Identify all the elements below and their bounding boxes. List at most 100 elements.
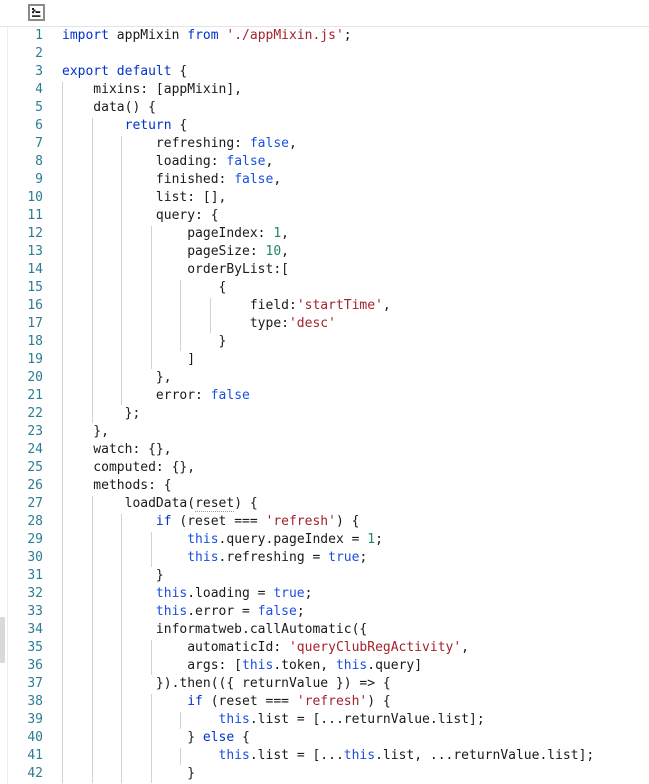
- code-line[interactable]: 23 },: [9, 423, 649, 441]
- code-line[interactable]: 12 pageIndex: 1,: [9, 225, 649, 243]
- code-editor-window: 1 import appMixin from './appMixin.js'; 2 3…: [0, 0, 649, 784]
- code-line[interactable]: 11 query: {: [9, 207, 649, 225]
- code-line[interactable]: 21 error: false: [9, 387, 649, 405]
- token-pl: ]: [62, 352, 196, 367]
- code-line[interactable]: 2: [9, 45, 649, 63]
- code-line[interactable]: 13 pageSize: 10,: [9, 243, 649, 261]
- code-line[interactable]: 26 methods: {: [9, 477, 649, 495]
- token-pl: ,: [273, 172, 282, 187]
- code-line[interactable]: 20 },: [9, 369, 649, 387]
- code-line[interactable]: 30 this.refreshing = true;: [9, 549, 649, 567]
- line-number: 6: [35, 118, 43, 133]
- vertical-scrollbar-thumb[interactable]: [0, 617, 5, 663]
- code-line[interactable]: 17 type:'desc': [9, 315, 649, 333]
- line-content: automaticId: 'queryClubRegActivity',: [62, 639, 469, 657]
- line-number: 13: [27, 244, 43, 259]
- line-number: 14: [27, 262, 43, 277]
- code-line[interactable]: 25 computed: {},: [9, 459, 649, 477]
- code-line[interactable]: 8 loading: false,: [9, 153, 649, 171]
- code-line[interactable]: 29 this.query.pageIndex = 1;: [9, 531, 649, 549]
- line-number: 37: [27, 676, 43, 691]
- token-pl: {: [234, 730, 250, 745]
- line-number: 1: [35, 28, 43, 43]
- token-pl: ,: [382, 298, 391, 313]
- line-number: 31: [27, 568, 43, 583]
- token-pl: .refreshing =: [218, 550, 329, 565]
- token-this: this: [335, 658, 368, 673]
- code-line[interactable]: 7 refreshing: false,: [9, 135, 649, 153]
- code-line[interactable]: 19 ]: [9, 351, 649, 369]
- line-number: 11: [27, 208, 43, 223]
- token-pl: }: [62, 568, 164, 583]
- token-pl: .list = [...: [249, 748, 344, 763]
- code-editor-body[interactable]: 1 import appMixin from './appMixin.js'; 2 3…: [9, 27, 649, 784]
- code-line[interactable]: 41 this.list = [...this.list, ...returnV…: [9, 747, 649, 765]
- token-pl: ;: [375, 532, 383, 547]
- code-line[interactable]: 32 this.loading = true;: [9, 585, 649, 603]
- code-line[interactable]: 10 list: [],: [9, 189, 649, 207]
- token-bool: true: [273, 586, 305, 601]
- code-line[interactable]: 1 import appMixin from './appMixin.js';: [9, 27, 649, 45]
- code-line[interactable]: 14 orderByList:[: [9, 261, 649, 279]
- code-line[interactable]: 16 field:'startTime',: [9, 297, 649, 315]
- code-line[interactable]: 35 automaticId: 'queryClubRegActivity',: [9, 639, 649, 657]
- token-pl: loading:: [62, 154, 227, 169]
- code-line[interactable]: 9 finished: false,: [9, 171, 649, 189]
- code-line[interactable]: 42 }: [9, 765, 649, 783]
- code-line[interactable]: 27 loadData(reset) {: [9, 495, 649, 513]
- code-line[interactable]: 33 this.error = false;: [9, 603, 649, 621]
- line-number: 12: [27, 226, 43, 241]
- token-pl: },: [62, 370, 172, 385]
- token-pl: ,: [288, 136, 297, 151]
- line-content: ]: [62, 351, 195, 369]
- code-line[interactable]: 39 this.list = [...returnValue.list];: [9, 711, 649, 729]
- code-line[interactable]: 36 args: [this.token, this.query]: [9, 657, 649, 675]
- line-number: 27: [27, 496, 43, 511]
- editor-left-rail: [0, 27, 8, 784]
- token-this: this: [187, 550, 219, 565]
- line-content: },: [62, 369, 172, 387]
- line-number: 4: [35, 82, 43, 97]
- line-number: 18: [27, 334, 43, 349]
- code-line[interactable]: 28 if (reset === 'refresh') {: [9, 513, 649, 531]
- code-line[interactable]: 6 return {: [9, 117, 649, 135]
- code-line[interactable]: 37 }).then(({ returnValue }) => {: [9, 675, 649, 693]
- token-pl: ,: [281, 226, 289, 241]
- line-content: return {: [62, 117, 188, 135]
- token-pl: }: [62, 766, 196, 781]
- code-line[interactable]: 3 export default {: [9, 63, 649, 81]
- line-content: args: [this.token, this.query]: [62, 657, 422, 675]
- line-number: 41: [27, 748, 43, 763]
- code-line[interactable]: 5 data() {: [9, 99, 649, 117]
- line-number: 35: [27, 640, 43, 655]
- code-line[interactable]: 18 }: [9, 333, 649, 351]
- line-number: 20: [27, 370, 43, 385]
- token-pl: orderByList:[: [62, 262, 289, 277]
- line-content: pageSize: 10,: [62, 243, 289, 261]
- code-line[interactable]: 22 };: [9, 405, 649, 423]
- code-line[interactable]: 4 mixins: [appMixin],: [9, 81, 649, 99]
- token-pl: ) {: [335, 514, 360, 529]
- line-number: 5: [35, 100, 43, 115]
- code-line[interactable]: 38 if (reset === 'refresh') {: [9, 693, 649, 711]
- line-number: 23: [27, 424, 43, 439]
- line-number: 36: [27, 658, 43, 673]
- terminal-icon[interactable]: [28, 4, 45, 21]
- token-pl: .error =: [187, 604, 258, 619]
- code-line[interactable]: 40 } else {: [9, 729, 649, 747]
- code-line[interactable]: 15 {: [9, 279, 649, 297]
- line-number: 34: [27, 622, 43, 637]
- code-line[interactable]: 24 watch: {},: [9, 441, 649, 459]
- line-content: query: {: [62, 207, 219, 225]
- token-pl: {: [171, 64, 188, 79]
- token-pl: args: [: [62, 658, 243, 673]
- code-line[interactable]: 34 informatweb.callAutomatic({: [9, 621, 649, 639]
- line-content: this.loading = true;: [62, 585, 313, 603]
- code-line[interactable]: 31 }: [9, 567, 649, 585]
- token-pl: error:: [62, 388, 211, 403]
- token-kw: if: [155, 514, 172, 529]
- token-pl: appMixin: [108, 28, 188, 43]
